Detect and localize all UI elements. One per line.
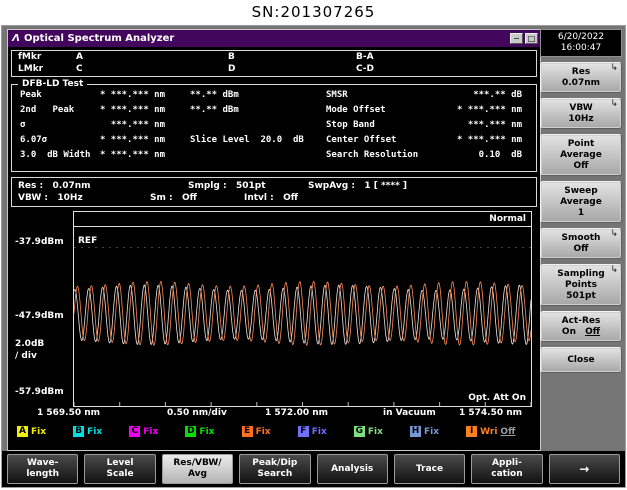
x-start-label: 1 569.50 nm — [37, 408, 100, 418]
intvl-setting: Intvl : Off — [244, 193, 298, 203]
fmkr-b: B — [228, 52, 235, 62]
time-label: 16:00:47 — [541, 43, 621, 54]
res-setting: Res : 0.07nm — [18, 181, 91, 191]
trace-button-h[interactable]: H Fix — [410, 426, 466, 437]
smplg-setting: Smplg : 501pt — [188, 181, 266, 191]
serial-number-label: SN:201307265 — [0, 3, 627, 21]
y-axis-label-bottom: -57.9dBm — [15, 387, 64, 397]
trace-button-c[interactable]: C Fix — [129, 426, 185, 437]
lmkr-c-d: C-D — [356, 64, 374, 74]
softkey-res[interactable]: ↳ Res 0.07nm — [540, 62, 622, 93]
osa-main-window: Λ Optical Spectrum Analyzer − □ fMkr A B… — [7, 29, 541, 451]
dfb-row-smsr: SMSR ***.** dB — [322, 90, 536, 105]
submenu-arrow-icon: ↳ — [610, 229, 618, 240]
trace-button-g[interactable]: G Fix — [354, 426, 410, 437]
settings-line-1: Res : 0.07nm Smplg : 501pt SwpAvg : 1 [ … — [12, 181, 536, 193]
dfb-row-6sigma: 6.07σ * ***.*** nm Slice Level 20.0 dB — [12, 135, 322, 150]
settings-bar: Res : 0.07nm Smplg : 501pt SwpAvg : 1 [ … — [11, 177, 537, 207]
dfb-right-column: SMSR ***.** dB Mode Offset * ***.*** nm … — [322, 90, 536, 165]
marker-row-fmkr: fMkr A B B-A — [12, 52, 536, 64]
x-center-label: 1 572.00 nm — [265, 408, 328, 418]
trace-button-d[interactable]: D Fix — [185, 426, 241, 437]
softkey-sampling-points[interactable]: ↳ Sampling Points 501pt — [540, 264, 622, 306]
window-titlebar: Λ Optical Spectrum Analyzer − □ — [8, 30, 540, 47]
trace-button-a[interactable]: A Fix — [17, 426, 73, 437]
softkey-vbw[interactable]: ↳ VBW 10Hz — [540, 98, 622, 129]
dfb-row-stop-band: Stop Band ***.*** nm — [322, 120, 536, 135]
trace-status-row: A Fix B Fix C Fix D Fix — [11, 426, 537, 437]
minimize-button[interactable]: − — [510, 33, 523, 44]
close-button[interactable]: □ — [525, 33, 538, 44]
datetime-display: 6/20/2022 16:00:47 — [540, 29, 622, 57]
fnkey-next-menu[interactable]: → — [549, 454, 620, 484]
softkey-sweep-average[interactable]: Sweep Average 1 — [540, 181, 622, 223]
softkey-close[interactable]: Close — [540, 347, 622, 373]
submenu-arrow-icon: ↳ — [610, 63, 618, 74]
trace-button-i[interactable]: I Wri Off — [466, 426, 537, 437]
sweep-mode-label: Normal — [74, 212, 531, 227]
spectrum-trace-canvas — [74, 228, 531, 406]
trace-button-f[interactable]: F Fix — [298, 426, 354, 437]
y-scale-div-label: / div — [15, 351, 37, 361]
submenu-arrow-icon: ↳ — [610, 99, 618, 110]
lmkr-label: LMkr — [18, 64, 43, 74]
dfb-row-db-width: 3.0 dB Width * ***.*** nm — [12, 150, 322, 165]
sm-setting: Sm : Off — [150, 193, 197, 203]
y-scale-label: 2.0dB — [15, 339, 44, 349]
marker-row-lmkr: LMkr C D C-D — [12, 64, 536, 76]
dfb-ld-test-panel: DFB-LD Test Peak * ***.*** nm **.** dBm … — [11, 84, 537, 172]
dfb-row-peak: Peak * ***.*** nm **.** dBm — [12, 90, 322, 105]
fnkey-application[interactable]: Appli- cation — [471, 454, 542, 484]
dfb-ld-test-legend: DFB-LD Test — [18, 79, 87, 89]
trace-button-b[interactable]: B Fix — [73, 426, 129, 437]
analyzer-app-frame: Λ Optical Spectrum Analyzer − □ fMkr A B… — [1, 25, 626, 488]
fnkey-res-vbw-avg[interactable]: Res/VBW/ Avg — [162, 454, 233, 484]
right-arrow-icon: → — [550, 464, 619, 475]
fnkey-analysis[interactable]: Analysis — [317, 454, 388, 484]
fmkr-label: fMkr — [18, 52, 41, 62]
trace-button-e[interactable]: E Fix — [242, 426, 298, 437]
spectrum-graph-section: -37.9dBm -47.9dBm 2.0dB / div -57.9dBm N… — [11, 211, 537, 423]
x-stop-label: 1 574.50 nm — [459, 408, 522, 418]
swpavg-setting: SwpAvg : 1 [ **** ] — [308, 181, 407, 191]
spectrum-plot: Normal REF Opt. Att On — [73, 211, 532, 407]
vacuum-label: in Vacuum — [383, 408, 436, 418]
window-content: fMkr A B B-A LMkr C D C-D DFB-LD Test — [8, 47, 540, 450]
dfb-row-2nd-peak: 2nd Peak * ***.*** nm **.** dBm — [12, 105, 322, 120]
softkey-act-res[interactable]: Act-Res On Off — [540, 311, 622, 342]
window-title: Optical Spectrum Analyzer — [24, 33, 508, 44]
anritsu-logo-icon: Λ — [10, 33, 22, 44]
x-axis-labels: 1 569.50 nm 0.50 nm/div 1 572.00 nm in V… — [11, 408, 537, 422]
act-res-on-option[interactable]: On — [562, 327, 576, 337]
act-res-off-option[interactable]: Off — [585, 327, 600, 337]
softkey-smooth[interactable]: ↳ Smooth Off — [540, 228, 622, 259]
fmkr-b-a: B-A — [356, 52, 374, 62]
fmkr-a: A — [76, 52, 83, 62]
lmkr-c: C — [76, 64, 83, 74]
x-div-label: 0.50 nm/div — [167, 408, 227, 418]
submenu-arrow-icon: ↳ — [610, 265, 618, 276]
dfb-row-mode-offset: Mode Offset * ***.*** nm — [322, 105, 536, 120]
softkey-point-average[interactable]: Point Average Off — [540, 134, 622, 176]
fnkey-trace[interactable]: Trace — [394, 454, 465, 484]
ref-level-label: REF — [78, 236, 97, 246]
fnkey-wavelength[interactable]: Wave- length — [7, 454, 78, 484]
dfb-left-column: Peak * ***.*** nm **.** dBm 2nd Peak * *… — [12, 90, 322, 165]
lmkr-d: D — [228, 64, 235, 74]
dfb-row-search-resolution: Search Resolution 0.10 dB — [322, 150, 536, 165]
settings-line-2: VBW : 10Hz Sm : Off Intvl : Off — [12, 193, 536, 205]
marker-header-panel: fMkr A B B-A LMkr C D C-D — [11, 50, 537, 77]
optical-attenuator-status: Opt. Att On — [468, 393, 526, 403]
fnkey-level-scale[interactable]: Level Scale — [84, 454, 155, 484]
dfb-row-sigma: σ ***.*** nm — [12, 120, 322, 135]
y-axis-label-top: -37.9dBm — [15, 237, 64, 247]
softkey-panel: 6/20/2022 16:00:47 ↳ Res 0.07nm ↳ VBW 10… — [540, 29, 622, 373]
date-label: 6/20/2022 — [541, 32, 621, 43]
function-key-bar: Wave- length Level Scale Res/VBW/ Avg Pe… — [2, 451, 625, 487]
y-axis-label-mid: -47.9dBm — [15, 311, 64, 321]
dfb-row-center-offset: Center Offset * ***.*** nm — [322, 135, 536, 150]
fnkey-peak-dip-search[interactable]: Peak/Dip Search — [239, 454, 310, 484]
vbw-setting: VBW : 10Hz — [18, 193, 83, 203]
